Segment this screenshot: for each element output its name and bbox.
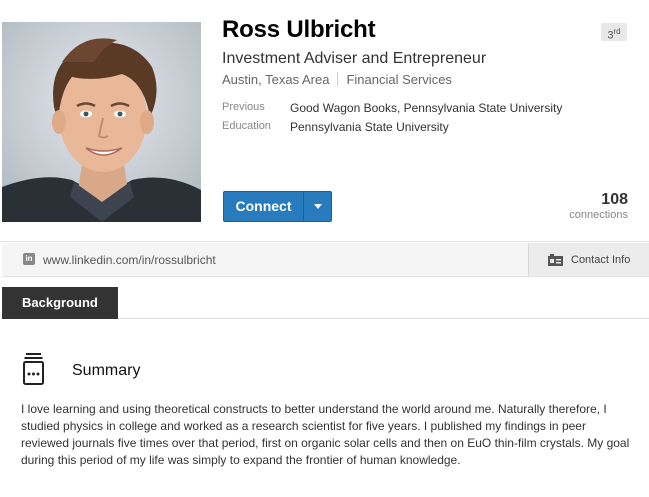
- connections-count: 108 connections: [569, 191, 628, 221]
- contact-info-button[interactable]: Contact Info: [528, 243, 649, 277]
- connect-dropdown-toggle[interactable]: [303, 192, 331, 221]
- education-value[interactable]: Pennsylvania State University: [290, 120, 449, 134]
- previous-value[interactable]: Good Wagon Books, Pennsylvania State Uni…: [290, 101, 562, 115]
- contact-info-label[interactable]: Contact Info: [571, 254, 630, 266]
- connection-degree-badge: 3rd: [601, 23, 627, 42]
- profile-headline: Investment Adviser and Entrepreneur: [222, 50, 487, 67]
- previous-row: Previous Good Wagon Books, Pennsylvania …: [222, 101, 562, 115]
- profile-industry[interactable]: Financial Services: [346, 72, 452, 87]
- dropdown-caret-icon: [313, 204, 322, 209]
- profile-photo[interactable]: [2, 22, 201, 222]
- profile-top-card: Ross Ulbricht Investment Adviser and Ent…: [0, 0, 649, 242]
- summary-body: I love learning and using theoretical co…: [21, 402, 630, 467]
- connections-label: connections: [569, 209, 628, 221]
- connect-button-label[interactable]: Connect: [224, 192, 303, 221]
- summary-box-icon: [23, 353, 44, 385]
- profile-name: Ross Ulbricht: [222, 16, 376, 43]
- summary-heading: Summary: [72, 362, 141, 379]
- education-row: Education Pennsylvania State University: [222, 120, 449, 134]
- previous-label: Previous: [222, 101, 265, 113]
- public-profile-url[interactable]: www.linkedin.com/in/rossulbricht: [43, 253, 216, 267]
- contact-card-icon: [548, 254, 563, 266]
- connect-button[interactable]: Connect: [223, 191, 332, 222]
- background-divider: [118, 318, 649, 319]
- education-label: Education: [222, 120, 271, 132]
- tab-background[interactable]: Background: [2, 287, 118, 319]
- connections-number: 108: [601, 191, 628, 208]
- profile-location-line: Austin, Texas Area Financial Services: [222, 71, 452, 87]
- profile-location[interactable]: Austin, Texas Area: [222, 72, 329, 87]
- linkedin-in-icon: in: [23, 253, 35, 265]
- location-separator: [337, 72, 339, 86]
